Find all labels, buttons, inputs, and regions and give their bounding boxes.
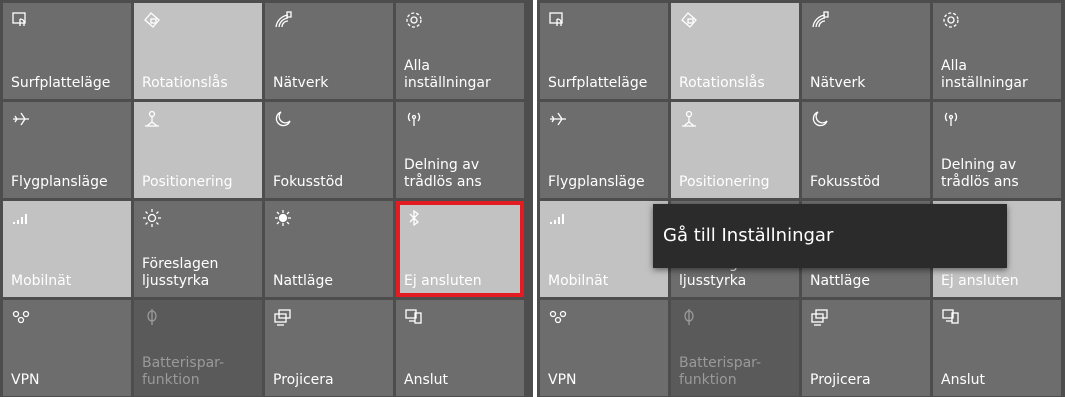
tile-label: Mobilnät <box>11 273 72 289</box>
tile-all-settings[interactable]: Alla inställningar <box>933 3 1061 99</box>
tile-label: Batterispar- funktion <box>679 355 762 388</box>
context-menu-item-label: Gå till Inställningar <box>663 225 834 246</box>
tile-vpn[interactable]: VPN <box>540 300 668 396</box>
location-icon <box>679 109 699 129</box>
tile-label: Fokusstöd <box>810 174 881 190</box>
tile-label: Nattläge <box>273 273 333 289</box>
rotation-lock-icon <box>679 10 699 30</box>
airplane-icon <box>11 109 31 129</box>
tile-focus-assist[interactable]: Fokusstöd <box>802 102 930 198</box>
tile-project[interactable]: Projicera <box>265 300 393 396</box>
tile-connect[interactable]: Anslut <box>933 300 1061 396</box>
tile-label: Nattläge <box>810 273 870 289</box>
tile-label: VPN <box>11 372 40 388</box>
tablet-mode-icon <box>11 10 31 30</box>
quick-actions-grid: Surfplatteläge Rotationslås Nätverk Alla… <box>3 3 524 396</box>
project-icon <box>810 307 830 327</box>
tile-label: Nätverk <box>810 75 866 91</box>
night-light-icon <box>273 208 293 228</box>
tile-label: Positionering <box>679 174 770 190</box>
tile-label: Projicera <box>810 372 871 388</box>
tile-cellular[interactable]: Mobilnät <box>540 201 668 297</box>
tile-location[interactable]: Positionering <box>134 102 262 198</box>
tile-label: Delning av trådlös ans <box>404 157 482 190</box>
tile-tablet-mode[interactable]: Surfplatteläge <box>3 3 131 99</box>
action-center-comparison: Surfplatteläge Rotationslås Nätverk Alla… <box>0 0 1065 397</box>
tile-mobile-hotspot[interactable]: Delning av trådlös ans <box>396 102 524 198</box>
tile-battery-saver[interactable]: Batterispar- funktion <box>134 300 262 396</box>
tile-project[interactable]: Projicera <box>802 300 930 396</box>
tile-label: Alla inställningar <box>404 58 491 91</box>
tile-label: Anslut <box>941 372 985 388</box>
hotspot-icon <box>404 109 424 129</box>
gear-icon <box>941 10 961 30</box>
tile-label: Rotationslås <box>679 75 765 91</box>
tile-bluetooth[interactable]: Ej ansluten <box>396 201 524 297</box>
tablet-mode-icon <box>548 10 568 30</box>
location-icon <box>142 109 162 129</box>
moon-icon <box>810 109 830 129</box>
tile-label: Fokusstöd <box>273 174 344 190</box>
vpn-icon <box>548 307 568 327</box>
tile-all-settings[interactable]: Alla inställningar <box>396 3 524 99</box>
moon-icon <box>273 109 293 129</box>
tile-connect[interactable]: Anslut <box>396 300 524 396</box>
tile-airplane-mode[interactable]: Flygplansläge <box>3 102 131 198</box>
tile-label: Batterispar- funktion <box>142 355 225 388</box>
battery-saver-icon <box>142 307 162 327</box>
tile-label: Surfplatteläge <box>548 75 648 91</box>
tile-focus-assist[interactable]: Fokusstöd <box>265 102 393 198</box>
battery-saver-icon <box>679 307 699 327</box>
tile-label: Rotationslås <box>142 75 228 91</box>
quick-actions-panel-right: Surfplatteläge Rotationslås Nätverk Alla… <box>537 0 1065 397</box>
tile-suggested-brightness[interactable]: Föreslagen ljusstyrka <box>134 201 262 297</box>
context-menu-go-to-settings[interactable]: Gå till Inställningar <box>653 204 1007 268</box>
tile-label: Nätverk <box>273 75 329 91</box>
quick-actions-panel-left: Surfplatteläge Rotationslås Nätverk Alla… <box>0 0 533 397</box>
tile-label: Flygplansläge <box>11 174 108 190</box>
tile-label: Mobilnät <box>548 273 609 289</box>
tile-label: Föreslagen ljusstyrka <box>142 256 219 289</box>
tile-night-light[interactable]: Nattläge <box>265 201 393 297</box>
tile-network[interactable]: Nätverk <box>802 3 930 99</box>
tile-airplane-mode[interactable]: Flygplansläge <box>540 102 668 198</box>
airplane-icon <box>548 109 568 129</box>
cellular-icon <box>548 208 568 228</box>
tile-cellular[interactable]: Mobilnät <box>3 201 131 297</box>
cellular-icon <box>11 208 31 228</box>
project-icon <box>273 307 293 327</box>
tile-label: Flygplansläge <box>548 174 645 190</box>
tile-vpn[interactable]: VPN <box>3 300 131 396</box>
network-icon <box>273 10 293 30</box>
tile-label: Alla inställningar <box>941 58 1028 91</box>
bluetooth-icon <box>404 208 424 228</box>
tile-label: VPN <box>548 372 577 388</box>
connect-icon <box>404 307 424 327</box>
tile-rotation-lock[interactable]: Rotationslås <box>134 3 262 99</box>
tile-label: Projicera <box>273 372 334 388</box>
tile-label: Ej ansluten <box>404 273 482 289</box>
tile-label: Surfplatteläge <box>11 75 111 91</box>
tile-label: Positionering <box>142 174 233 190</box>
vpn-icon <box>11 307 31 327</box>
tile-network[interactable]: Nätverk <box>265 3 393 99</box>
tile-location[interactable]: Positionering <box>671 102 799 198</box>
tile-battery-saver[interactable]: Batterispar- funktion <box>671 300 799 396</box>
tile-label: Ej ansluten <box>941 273 1019 289</box>
tile-mobile-hotspot[interactable]: Delning av trådlös ans <box>933 102 1061 198</box>
network-icon <box>810 10 830 30</box>
tile-rotation-lock[interactable]: Rotationslås <box>671 3 799 99</box>
rotation-lock-icon <box>142 10 162 30</box>
tile-label: Anslut <box>404 372 448 388</box>
hotspot-icon <box>941 109 961 129</box>
brightness-icon <box>142 208 162 228</box>
tile-label: Delning av trådlös ans <box>941 157 1019 190</box>
tile-tablet-mode[interactable]: Surfplatteläge <box>540 3 668 99</box>
connect-icon <box>941 307 961 327</box>
gear-icon <box>404 10 424 30</box>
quick-actions-grid: Surfplatteläge Rotationslås Nätverk Alla… <box>540 3 1061 396</box>
